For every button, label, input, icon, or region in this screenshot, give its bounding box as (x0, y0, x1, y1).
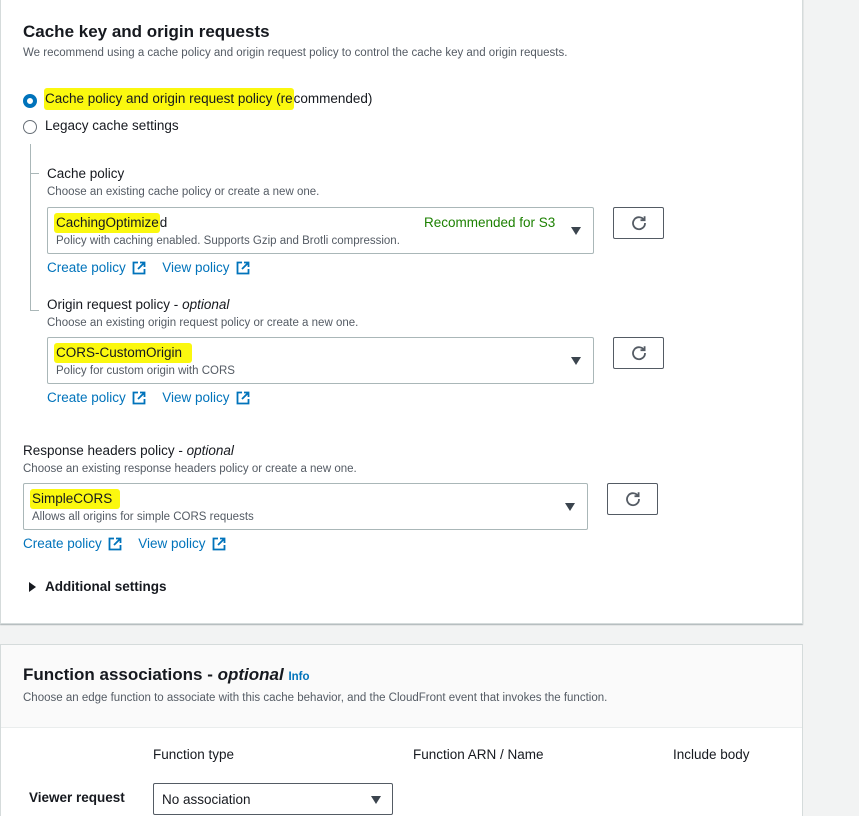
response-headers-policy-description: Choose an existing response headers poli… (23, 463, 357, 475)
highlighted-text: Cache policy and origin request policy (… (44, 88, 294, 110)
function-associations-description: Choose an edge function to associate wit… (23, 692, 608, 704)
origin-request-policy-description: Choose an existing origin request policy… (47, 317, 359, 329)
response-headers-policy-select[interactable]: SimpleCORS Allows all origins for simple… (23, 483, 588, 530)
response-headers-policy-label: Response headers policy - optional (23, 443, 234, 458)
radio-cache-policy[interactable] (23, 94, 37, 108)
value-rest: d (159, 215, 168, 230)
recommended-badge: Recommended for S3 (424, 215, 556, 230)
optional-text: optional (217, 665, 284, 684)
title-text: Function associations - (23, 665, 218, 684)
view-response-headers-policy-link[interactable]: View policy (138, 536, 225, 551)
response-headers-policy-sub: Allows all origins for simple CORS reque… (32, 511, 254, 523)
refresh-cache-policy-button[interactable] (613, 207, 664, 239)
optional-text: optional (182, 297, 230, 312)
tree-vertical-line (30, 144, 31, 310)
highlighted-text: SimpleCORS (30, 489, 121, 509)
external-link-icon (132, 261, 146, 274)
link-text: Create policy (23, 536, 102, 551)
link-text: View policy (162, 390, 230, 405)
radio-selected-indicator[interactable] (23, 94, 37, 108)
cache-policy-links: Create policy View policy (47, 259, 250, 277)
external-link-icon (108, 537, 122, 550)
radio-unselected-indicator[interactable] (23, 120, 37, 134)
caret-down-icon (571, 357, 581, 365)
column-header-function-type: Function type (153, 747, 235, 762)
section-description: We recommend using a cache policy and or… (23, 47, 568, 59)
label-text: Response headers policy - (23, 443, 187, 458)
column-header-function-arn: Function ARN / Name (413, 747, 544, 762)
label-text: Origin request policy - (47, 297, 183, 312)
caret-down-icon (571, 227, 581, 235)
create-response-headers-policy-link[interactable]: Create policy (23, 536, 122, 551)
origin-request-policy-select[interactable]: CORS-CustomOrigin Policy for custom orig… (47, 337, 594, 384)
response-headers-policy-links: Create policy View policy (23, 535, 226, 553)
viewer-request-label: Viewer request (29, 790, 125, 805)
create-origin-request-policy-link[interactable]: Create policy (47, 390, 146, 405)
refresh-icon (625, 492, 640, 507)
function-associations-header: Function associations - optional Info Ch… (1, 645, 802, 728)
link-text: Create policy (47, 390, 126, 405)
link-text: Create policy (47, 260, 126, 275)
function-associations-panel: Function associations - optional Info Ch… (0, 644, 803, 816)
view-cache-policy-link[interactable]: View policy (162, 260, 249, 275)
tree-branch-line (30, 173, 39, 174)
radio-legacy-label[interactable]: Legacy cache settings (45, 118, 179, 133)
refresh-icon (631, 346, 646, 361)
external-link-icon (236, 391, 249, 404)
additional-settings-label: Additional settings (45, 579, 167, 594)
optional-text: optional (186, 443, 234, 458)
select-value: No association (162, 792, 251, 807)
external-link-icon (212, 537, 225, 550)
origin-request-policy-value: CORS-CustomOrigin (54, 343, 195, 363)
create-cache-policy-link[interactable]: Create policy (47, 260, 146, 275)
viewer-request-function-type-select[interactable]: No association (153, 783, 393, 815)
link-text: View policy (138, 536, 206, 551)
view-origin-request-policy-link[interactable]: View policy (162, 390, 249, 405)
additional-settings-toggle[interactable]: Additional settings (29, 579, 167, 594)
cache-policy-description: Choose an existing cache policy or creat… (47, 186, 320, 198)
refresh-response-headers-policy-button[interactable] (607, 483, 658, 515)
cache-policy-value: CachingOptimized (54, 213, 170, 233)
section-title: Cache key and origin requests (23, 22, 270, 41)
caret-right-icon (29, 581, 36, 592)
info-link[interactable]: Info (288, 671, 309, 683)
refresh-origin-request-policy-button[interactable] (613, 337, 664, 369)
cache-key-panel: Cache key and origin requests We recomme… (0, 0, 803, 624)
caret-down-icon (371, 796, 381, 804)
column-header-include-body: Include body (673, 747, 750, 762)
link-text: View policy (162, 260, 230, 275)
highlighted-text: CORS-CustomOrigin (54, 343, 193, 363)
cache-policy-sub: Policy with caching enabled. Supports Gz… (56, 235, 400, 247)
origin-request-policy-links: Create policy View policy (47, 389, 250, 407)
cache-policy-select[interactable]: CachingOptimized Recommended for S3 Poli… (47, 207, 594, 254)
refresh-icon (631, 216, 646, 231)
response-headers-policy-value: SimpleCORS (30, 489, 123, 509)
radio-cache-policy-label[interactable]: Cache policy and origin request policy (… (44, 88, 373, 110)
caret-down-icon (565, 503, 575, 511)
origin-request-policy-label: Origin request policy - optional (47, 297, 229, 312)
origin-request-policy-sub: Policy for custom origin with CORS (56, 365, 235, 377)
tree-branch-line (30, 310, 39, 311)
label-rest: commended) (293, 91, 373, 106)
external-link-icon (132, 391, 146, 404)
external-link-icon (236, 261, 249, 274)
function-associations-title: Function associations - optional Info (23, 665, 310, 685)
cache-policy-label: Cache policy (47, 166, 125, 181)
highlighted-text: CachingOptimize (54, 213, 160, 233)
radio-legacy[interactable] (23, 120, 37, 134)
